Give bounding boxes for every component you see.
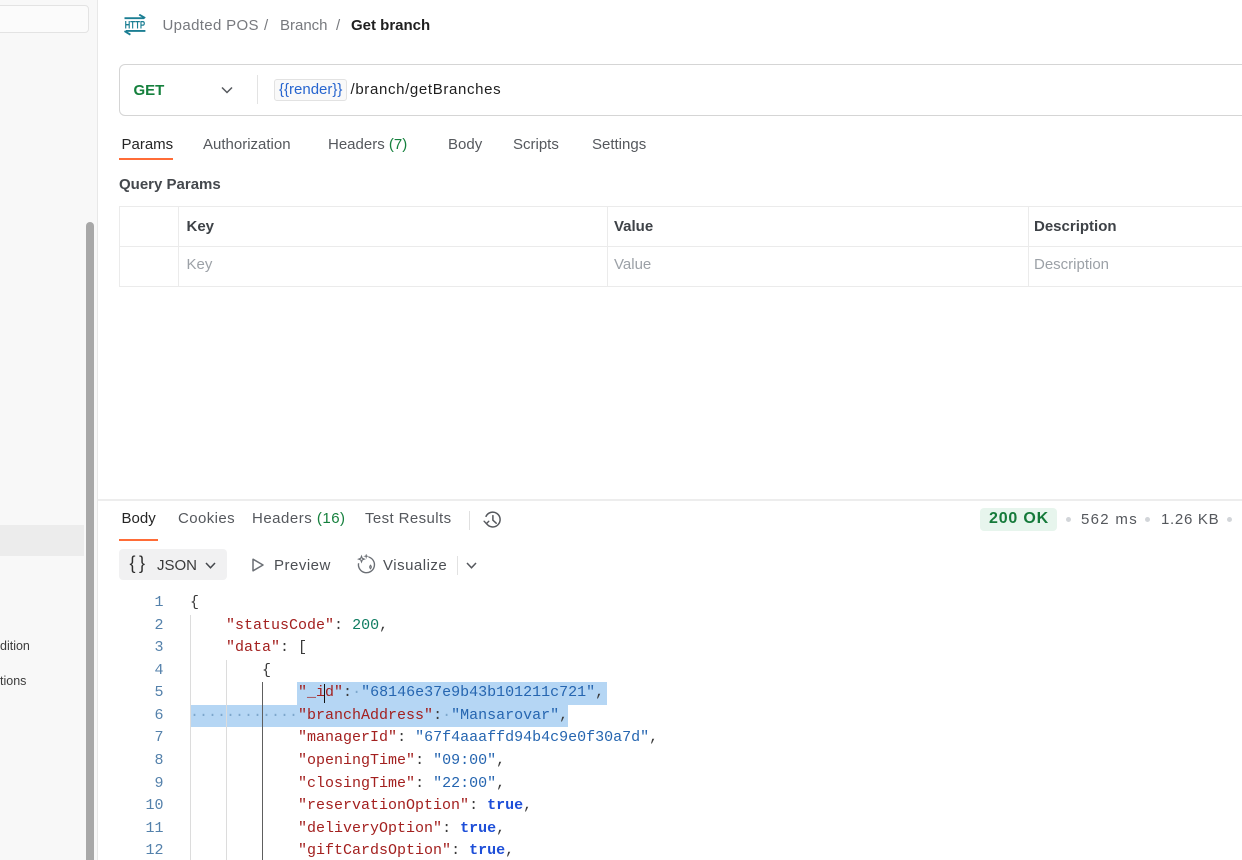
svg-text:HTTP: HTTP (125, 19, 146, 31)
